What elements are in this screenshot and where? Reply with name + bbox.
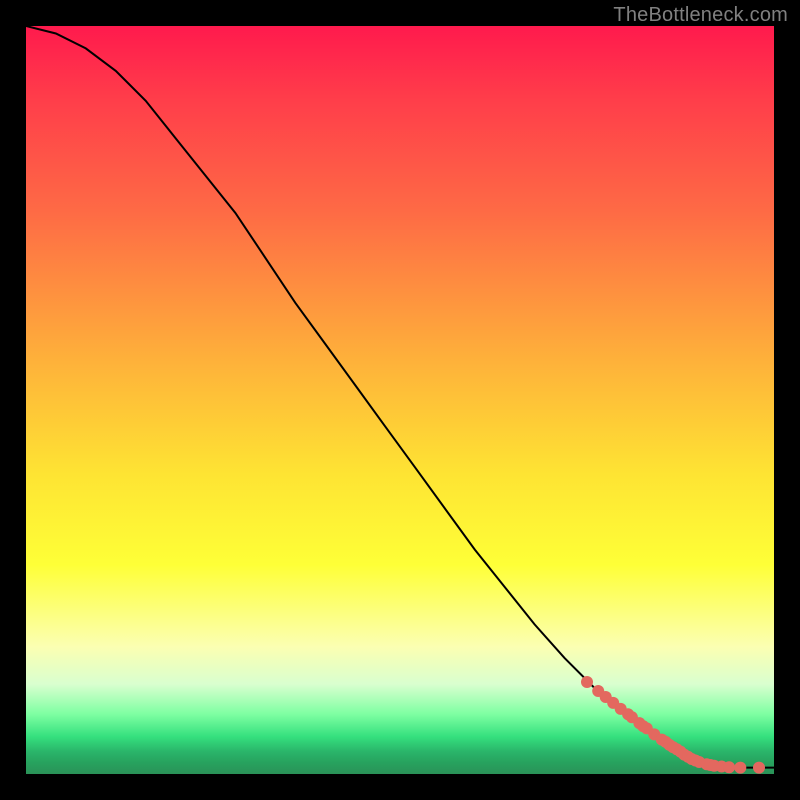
data-point — [753, 762, 765, 774]
data-point — [723, 761, 735, 773]
scatter-dots — [581, 676, 765, 774]
chart-frame: TheBottleneck.com — [0, 0, 800, 800]
chart-svg — [26, 26, 774, 774]
watermark-text: TheBottleneck.com — [613, 4, 788, 27]
data-point — [581, 676, 593, 688]
data-point — [734, 762, 746, 774]
plot-area — [26, 26, 774, 774]
main-curve — [26, 26, 774, 768]
